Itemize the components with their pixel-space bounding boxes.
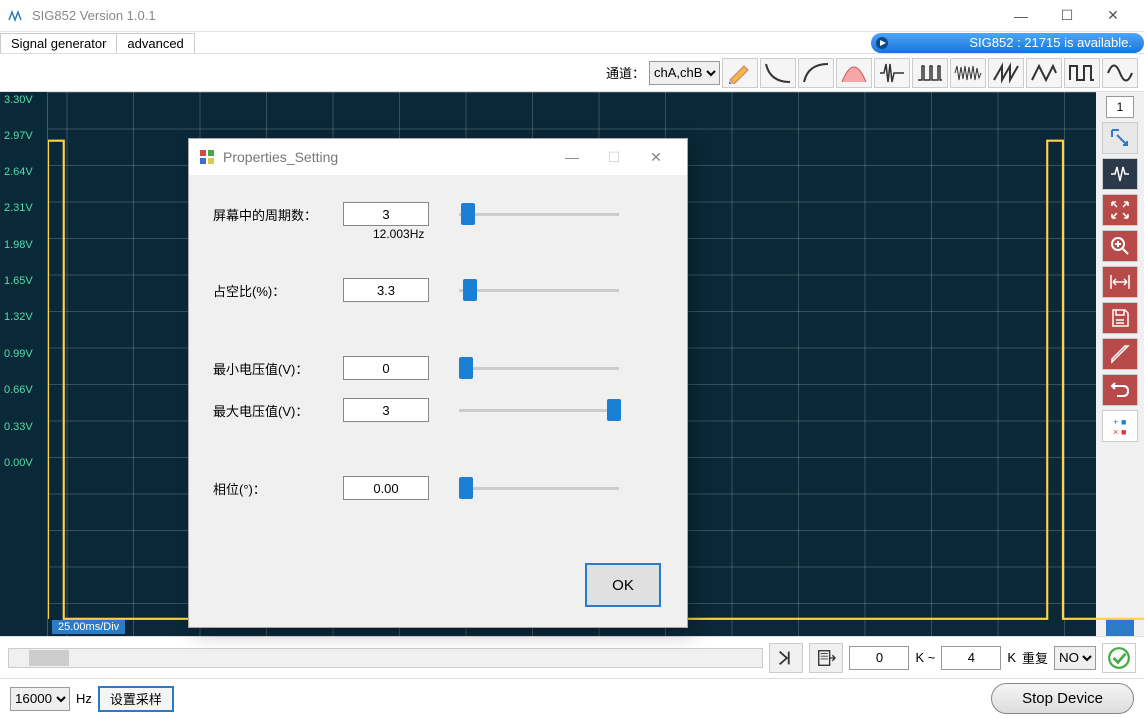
time-division: 25.00ms/Div: [52, 620, 125, 634]
vmax-input[interactable]: [343, 398, 429, 422]
time-scrollbar[interactable]: [8, 648, 763, 668]
status-text: SIG852 : 21715 is available.: [969, 35, 1132, 50]
k-label: K ~: [915, 650, 935, 665]
cycles-label: 屏幕中的周期数：: [213, 205, 343, 224]
tab-advanced[interactable]: advanced: [116, 33, 194, 53]
stop-device-button[interactable]: Stop Device: [991, 683, 1134, 714]
maximize-button[interactable]: ☐: [1044, 0, 1090, 32]
window-title-bar: SIG852 Version 1.0.1 ― ☐ ✕: [0, 0, 1144, 32]
range-to-input[interactable]: [941, 646, 1001, 670]
waveform-toolbar: 通道： chA,chB: [0, 54, 1144, 92]
y-tick: 1.98V: [4, 239, 33, 251]
set-sample-button[interactable]: 设置采样: [98, 686, 174, 712]
sine-icon[interactable]: [1102, 58, 1138, 88]
tab-signal-generator[interactable]: Signal generator: [0, 33, 117, 53]
k-label-2: K: [1007, 650, 1016, 665]
dialog-title: Properties_Setting: [223, 149, 551, 165]
noise-icon[interactable]: [950, 58, 986, 88]
minimize-button[interactable]: ―: [998, 0, 1044, 32]
pulse-train-icon[interactable]: [912, 58, 948, 88]
vmax-label: 最大电压值(V)：: [213, 401, 343, 420]
vmax-slider[interactable]: [459, 409, 619, 412]
y-tick: 0.33V: [4, 421, 33, 433]
triangle-icon[interactable]: [1026, 58, 1062, 88]
app-icon: [8, 8, 24, 24]
sample-rate-select[interactable]: 16000: [10, 687, 70, 711]
duty-label: 占空比(%)：: [213, 281, 343, 300]
close-button[interactable]: ✕: [1090, 0, 1136, 32]
y-axis: 3.30V 2.97V 2.64V 2.31V 1.98V 1.65V 1.32…: [0, 92, 48, 636]
dialog-minimize-button[interactable]: ―: [551, 139, 593, 175]
tab-row: Signal generator advanced SIG852 : 21715…: [0, 32, 1144, 54]
y-tick: 2.64V: [4, 166, 33, 178]
hz-label: Hz: [76, 691, 92, 706]
decay-curve-icon[interactable]: [760, 58, 796, 88]
channel-label: 通道：: [606, 63, 645, 82]
y-tick: 0.66V: [4, 384, 33, 396]
y-tick: 2.97V: [4, 130, 33, 142]
sawtooth-icon[interactable]: [988, 58, 1024, 88]
window-title: SIG852 Version 1.0.1: [32, 8, 998, 23]
phase-label: 相位(°)：: [213, 479, 343, 498]
dialog-close-button[interactable]: ✕: [635, 139, 677, 175]
channel-select[interactable]: chA,chB: [649, 61, 720, 85]
square-icon[interactable]: [1064, 58, 1100, 88]
range-from-input[interactable]: [849, 646, 909, 670]
vmin-label: 最小电压值(V)：: [213, 359, 343, 378]
gaussian-icon[interactable]: [836, 58, 872, 88]
frequency-readout: 12.003Hz: [373, 227, 663, 241]
y-tick: 3.30V: [4, 94, 33, 106]
play-icon: [875, 36, 889, 50]
y-tick: 1.65V: [4, 275, 33, 287]
cycles-input[interactable]: [343, 202, 429, 226]
dialog-icon: [199, 149, 215, 165]
repeat-select[interactable]: NO: [1054, 646, 1096, 670]
y-tick: 1.32V: [4, 311, 33, 323]
duty-input[interactable]: [343, 278, 429, 302]
properties-dialog: Properties_Setting ― ☐ ✕ 屏幕中的周期数： 12.003…: [188, 138, 688, 628]
vmin-slider[interactable]: [459, 367, 619, 370]
export-icon[interactable]: [809, 643, 843, 673]
apply-icon[interactable]: [1102, 643, 1136, 673]
ok-button[interactable]: OK: [585, 563, 661, 607]
dialog-title-bar: Properties_Setting ― ☐ ✕: [189, 139, 687, 175]
phase-slider[interactable]: [459, 487, 619, 490]
duty-slider[interactable]: [459, 289, 619, 292]
burst-icon[interactable]: [874, 58, 910, 88]
cycles-slider[interactable]: [459, 213, 619, 216]
step-forward-icon[interactable]: [769, 643, 803, 673]
vmin-input[interactable]: [343, 356, 429, 380]
y-tick: 2.31V: [4, 202, 33, 214]
device-status: SIG852 : 21715 is available.: [871, 33, 1144, 53]
y-tick: 0.00V: [4, 457, 33, 469]
edit-icon[interactable]: [722, 58, 758, 88]
footer: 16000 Hz 设置采样 Stop Device: [0, 678, 1144, 718]
y-tick: 0.99V: [4, 348, 33, 360]
repeat-label: 重复: [1022, 648, 1048, 667]
phase-input[interactable]: [343, 476, 429, 500]
dialog-maximize-button[interactable]: ☐: [593, 139, 635, 175]
bottom-controls: K ~ K 重复 NO: [0, 636, 1144, 678]
rise-curve-icon[interactable]: [798, 58, 834, 88]
